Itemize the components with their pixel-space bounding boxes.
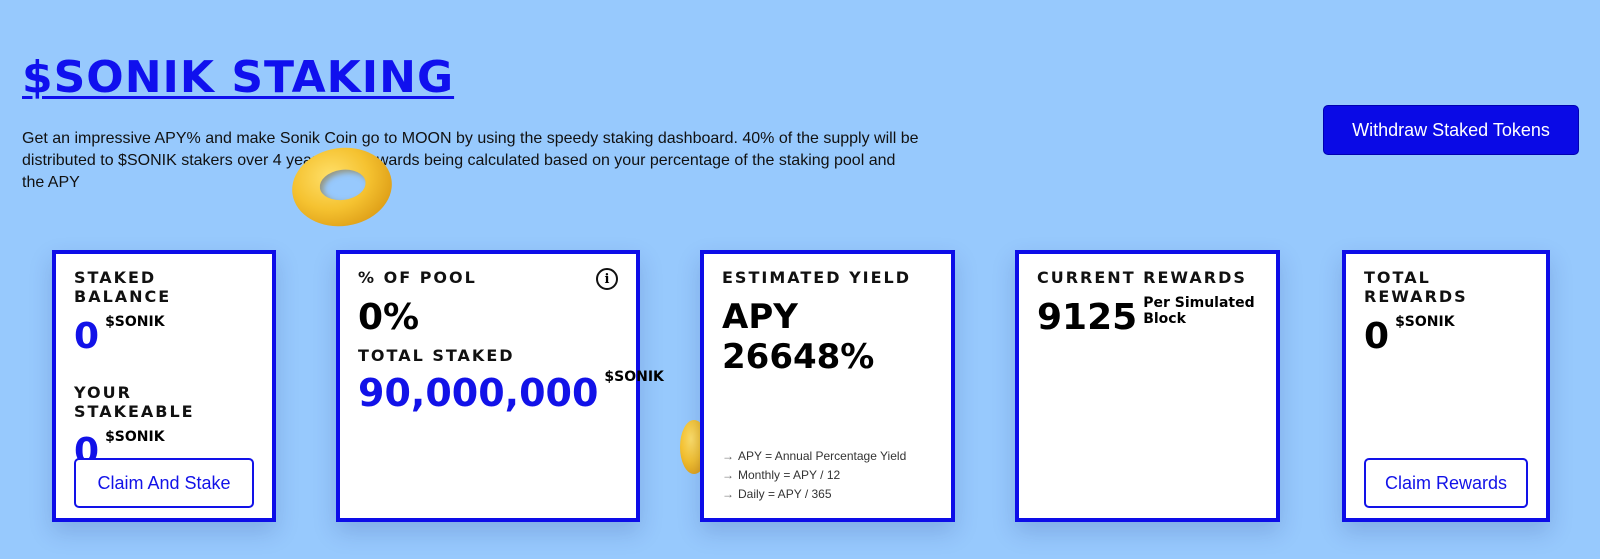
stakeable-label: YOUR STAKEABLE: [74, 383, 195, 421]
estimated-yield-label: ESTIMATED YIELD: [722, 268, 912, 287]
daily-note: → Daily = APY / 365: [722, 485, 906, 504]
arrow-right-icon: →: [722, 449, 734, 463]
current-rewards-value: 9125: [1037, 297, 1138, 338]
arrow-right-icon: →: [722, 487, 734, 501]
pool-share-card: % OF POOL i 0% TOTAL STAKED 90,000,000 $…: [336, 250, 664, 522]
info-icon[interactable]: i: [596, 268, 618, 290]
apy-note: → APY = Annual Percentage Yield: [722, 447, 906, 466]
total-staked-label: TOTAL STAKED: [358, 346, 515, 365]
staked-balance-unit: $SONIK: [105, 314, 165, 330]
total-rewards-value: 0: [1364, 316, 1390, 357]
claim-rewards-button[interactable]: Claim Rewards: [1364, 458, 1528, 508]
current-rewards-label: CURRENT REWARDS: [1037, 268, 1247, 287]
pool-share-value: 0%: [358, 297, 420, 338]
staked-balance-label: STAKED BALANCE: [74, 268, 172, 306]
current-rewards-unit: Per Simulated Block: [1143, 295, 1255, 327]
staked-balance-value: 0: [74, 316, 100, 357]
apy-value: APY 26648%: [722, 297, 875, 377]
withdraw-staked-tokens-button[interactable]: Withdraw Staked Tokens: [1323, 105, 1579, 155]
apy-notes: → APY = Annual Percentage Yield → Monthly …: [722, 447, 906, 504]
claim-and-stake-button[interactable]: Claim And Stake: [74, 458, 254, 508]
staked-balance-card: STAKED BALANCE 0 $SONIK YOUR STAKEABLE 0…: [52, 250, 276, 522]
total-rewards-card: TOTAL REWARDS 0 $SONIK Claim Rewards: [1342, 250, 1550, 522]
page-title-link[interactable]: $SONIK STAKING: [22, 52, 454, 103]
total-staked-unit: $SONIK: [604, 369, 664, 385]
stakeable-unit: $SONIK: [105, 429, 165, 445]
daily-note-text: Daily = APY / 365: [738, 487, 832, 501]
total-staked-value: 90,000,000: [358, 371, 599, 415]
estimated-yield-card: ESTIMATED YIELD APY 26648% → APY = Annual…: [700, 250, 955, 522]
monthly-note-text: Monthly = APY / 12: [738, 468, 841, 482]
apy-note-text: APY = Annual Percentage Yield: [738, 449, 907, 463]
total-rewards-label: TOTAL REWARDS: [1364, 268, 1468, 306]
pool-share-label: % OF POOL: [358, 268, 477, 287]
arrow-right-icon: →: [722, 468, 734, 482]
monthly-note: → Monthly = APY / 12: [722, 466, 906, 485]
total-rewards-unit: $SONIK: [1395, 314, 1455, 330]
current-rewards-card: CURRENT REWARDS 9125 Per Simulated Block: [1015, 250, 1280, 522]
page-description: Get an impressive APY% and make Sonik Co…: [22, 130, 919, 191]
